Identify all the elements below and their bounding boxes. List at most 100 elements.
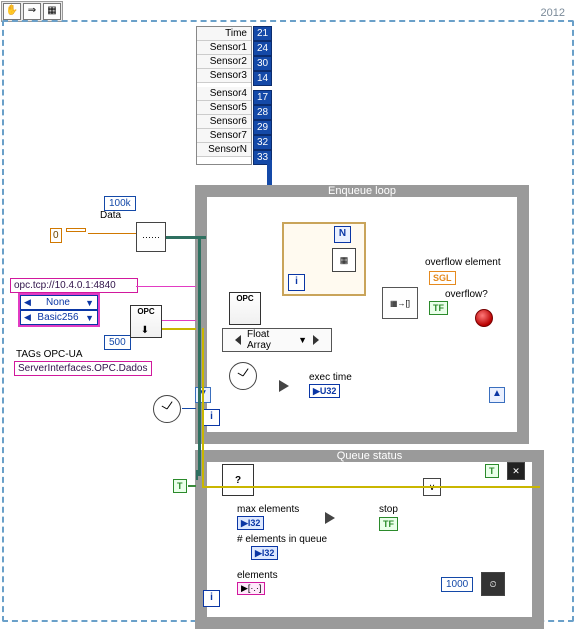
wire [182, 408, 196, 409]
while-loop-i-terminal: i [203, 590, 220, 607]
dropdown-value: Basic256 [37, 312, 78, 323]
enqueue-element-node[interactable]: ▦→[] [382, 287, 418, 319]
sensor-label: Sensor1 [197, 41, 251, 55]
chevron-down-icon: ▼ [85, 298, 94, 308]
queue-icon: ⋯⋯ [142, 232, 160, 243]
wire [202, 328, 204, 486]
case-prev-icon[interactable] [235, 335, 241, 345]
i32-indicator[interactable]: ▶I32 [251, 546, 278, 560]
build-array-node[interactable]: ▦ [332, 248, 356, 272]
security-cluster: ◀ None ▼ ◀ Basic256 ▼ [18, 293, 100, 327]
greater-than-node[interactable] [325, 512, 335, 524]
probe-tool-button[interactable]: ▦ [43, 3, 61, 20]
sensor-label: Sensor6 [197, 115, 251, 129]
wire [162, 328, 196, 330]
sensor-label: Sensor3 [197, 69, 251, 83]
wire [162, 320, 196, 321]
dropdown-value: None [46, 297, 70, 308]
timeout-constant[interactable]: 500 [104, 335, 131, 350]
close-queue-icon[interactable]: ✕ [507, 462, 525, 480]
sensor-value[interactable]: 32 [253, 135, 272, 150]
wire [188, 485, 196, 487]
opc-url-constant[interactable]: opc.tcp://10.4.0.1:4840 [10, 278, 138, 293]
sensor-value[interactable]: 28 [253, 105, 272, 120]
subtract-node[interactable] [279, 380, 289, 392]
sensor-value[interactable]: 21 [253, 26, 272, 41]
security-policy-dropdown[interactable]: ◀ Basic256 ▼ [20, 310, 98, 325]
tags-label: TAGs OPC-UA [16, 349, 82, 360]
enqueue-while-loop[interactable]: Enqueue loop N ▦ i OPC Float Array ▼ ▦→[… [195, 185, 529, 444]
inner-for-loop[interactable]: N ▦ i [282, 222, 366, 296]
sensor-value[interactable]: 14 [253, 71, 272, 86]
while-loop-i-terminal: i [203, 409, 220, 426]
enqueue-loop-title: Enqueue loop [322, 185, 402, 197]
sensor-label: SensorN [197, 143, 251, 157]
sensor-value[interactable]: 29 [253, 120, 272, 135]
true-constant[interactable]: T [173, 479, 187, 493]
float-array-case[interactable]: Float Array ▼ [222, 330, 332, 350]
elements-array-indicator[interactable]: ▶[·.·] [237, 582, 265, 595]
tick-count-inner-node[interactable] [229, 362, 257, 390]
year-badge: 2012 [538, 7, 568, 19]
tf-indicator[interactable]: TF [429, 301, 448, 315]
sensor-value[interactable]: 17 [253, 90, 272, 105]
loop-condition-terminal[interactable]: T [485, 464, 499, 478]
loop-stop-button[interactable] [475, 309, 493, 327]
u32-indicator[interactable]: ▶U32 [309, 384, 340, 398]
arrow-tool-button[interactable]: ⇒ [23, 3, 41, 20]
tags-value-constant[interactable]: ServerInterfaces.OPC.Dados [14, 361, 152, 376]
sensor-label: Sensor5 [197, 101, 251, 115]
queue-status-while-loop[interactable]: Queue status ? ∨ max elements ▶I32 # ele… [195, 450, 544, 629]
i32-indicator[interactable]: ▶I32 [237, 516, 264, 530]
sensor-label: Sensor7 [197, 129, 251, 143]
sensor-value[interactable]: 24 [253, 41, 272, 56]
exec-time-label: exec time [309, 372, 352, 383]
overflow-bool-label: overflow? [445, 289, 488, 300]
stop-tf-control[interactable]: TF [379, 517, 398, 531]
diagram-toolbar: ✋ ⇒ ▦ [1, 1, 63, 22]
array-element[interactable] [66, 228, 86, 232]
queue-status-title: Queue status [331, 450, 408, 462]
chevron-down-icon[interactable]: ▼ [298, 335, 307, 345]
enqueue-icon: ▦→[] [390, 299, 410, 308]
question-icon: ? [235, 475, 241, 486]
data-label: Data [100, 210, 121, 221]
array-index-constant[interactable]: 0 [50, 228, 62, 243]
wire [88, 233, 136, 234]
case-label: Float Array [247, 329, 292, 351]
num-elements-label: # elements in queue [237, 534, 327, 545]
wait-ms-node[interactable]: ⏲ [481, 572, 505, 596]
block-diagram-canvas: ✋ ⇒ ▦ 2012 Time Sensor1 Sensor2 Sensor3 … [0, 0, 574, 621]
opc-label: OPC [137, 307, 154, 316]
sensor-values: 21 24 30 14 17 28 29 32 33 [253, 26, 272, 165]
queue-status-node[interactable]: ? [222, 464, 254, 496]
for-loop-n-terminal: N [334, 226, 351, 243]
chevron-down-icon: ▼ [85, 313, 94, 323]
security-mode-dropdown[interactable]: ◀ None ▼ [20, 295, 98, 310]
opc-read-node[interactable]: OPC [229, 292, 261, 325]
wire [198, 236, 201, 476]
queue-size-constant[interactable]: 100k [104, 196, 136, 211]
sgl-indicator[interactable]: SGL [429, 271, 456, 285]
max-elements-label: max elements [237, 504, 299, 515]
overflow-element-label: overflow element [425, 257, 501, 268]
wire [202, 486, 540, 488]
wait-ms-constant[interactable]: 1000 [441, 577, 473, 592]
sensor-label: Sensor2 [197, 55, 251, 69]
stop-label: stop [379, 504, 398, 515]
elements-label: elements [237, 570, 278, 581]
wire [136, 286, 196, 287]
sensor-value[interactable]: 30 [253, 56, 272, 71]
sensor-array: Time Sensor1 Sensor2 Sensor3 Sensor4 Sen… [196, 26, 272, 165]
shift-register-right[interactable]: ▲ [489, 387, 505, 403]
for-loop-i-terminal: i [288, 274, 305, 291]
download-icon: ⬇ [130, 325, 160, 336]
sensor-labels: Time Sensor1 Sensor2 Sensor3 Sensor4 Sen… [196, 26, 252, 165]
opc-label: OPC [236, 294, 253, 303]
pan-tool-button[interactable]: ✋ [3, 3, 21, 20]
case-next-icon[interactable] [313, 335, 319, 345]
sensor-label: Time [197, 27, 251, 41]
obtain-queue-node[interactable]: ⋯⋯ [136, 222, 166, 252]
sensor-label: Sensor4 [197, 87, 251, 101]
tick-count-node[interactable] [153, 395, 181, 423]
